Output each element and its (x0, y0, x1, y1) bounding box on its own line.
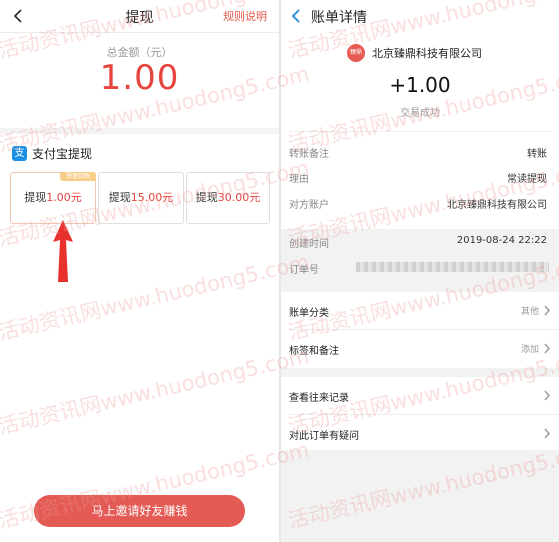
option-amount: 15.00元 (130, 191, 174, 204)
pointer-arrow-icon (53, 220, 73, 282)
chevron-right-icon (544, 390, 550, 401)
row-value-reason: 常读提现 (507, 174, 547, 185)
option-prefix: 提现 (108, 191, 131, 204)
invite-friends-button[interactable]: 马上邀请好友赚钱 (34, 495, 245, 527)
merchant-logo: 臻鼎 (347, 44, 365, 62)
bill-header: 账单详情 (281, 0, 559, 33)
row-key-reason: 理由 (289, 174, 309, 185)
option-prefix: 提现 (195, 191, 218, 204)
chevron-right-icon (544, 428, 550, 439)
row-key-remark: 转账备注 (289, 149, 329, 160)
order-number-redacted (356, 262, 549, 272)
merchant-name: 北京臻鼎科技有限公司 (372, 47, 482, 60)
row-label: 对此订单有疑问 (289, 431, 359, 442)
bill-menu-group: 账单分类 其他 标签和备注 添加 (281, 292, 559, 368)
row-value-remark: 转账 (527, 149, 547, 160)
withdraw-option-1[interactable]: 提现1.00元 快速到账 (10, 172, 96, 224)
row-value: 添加 (520, 345, 539, 355)
order-question-row[interactable]: 对此订单有疑问 (281, 415, 559, 452)
transaction-amount: +1.00 (389, 73, 451, 97)
bill-detail-screen: 账单详情 臻鼎 北京臻鼎科技有限公司 +1.00 交易成功 转账备注 转账 理由… (281, 0, 559, 542)
option-amount: 30.00元 (217, 191, 261, 204)
rules-link[interactable]: 规则说明 (223, 8, 267, 24)
page-title: 账单详情 (311, 10, 367, 26)
section-divider (0, 128, 279, 134)
withdraw-option-2[interactable]: 提现15.00元 (98, 172, 184, 224)
withdraw-header: 提现 规则说明 (0, 0, 279, 33)
withdraw-option-3[interactable]: 提现30.00元 (186, 172, 270, 224)
tags-notes-row[interactable]: 标签和备注 添加 (281, 330, 559, 367)
withdraw-screen: 提现 规则说明 总金额（元） 1.00 支 支付宝提现 提现1.00元 快速到账… (0, 0, 279, 542)
divider (289, 131, 551, 132)
row-label: 标签和备注 (289, 346, 339, 357)
row-key-order: 订单号 (289, 265, 319, 276)
option-amount: 1.00元 (46, 191, 82, 204)
row-value-created: 2019-08-24 22:22 (456, 235, 547, 246)
back-arrow-icon[interactable] (289, 8, 305, 24)
alipay-icon: 支 (12, 146, 27, 161)
row-value: 其他 (520, 307, 539, 317)
row-value-account: 北京臻鼎科技有限公司 (447, 200, 547, 211)
fast-arrival-badge: 快速到账 (60, 172, 96, 181)
row-key-account: 对方账户 (289, 200, 329, 211)
view-history-row[interactable]: 查看往来记录 (281, 377, 559, 415)
bill-category-row[interactable]: 账单分类 其他 (281, 292, 559, 330)
option-prefix: 提现 (24, 191, 47, 204)
total-amount-value: 1.00 (99, 58, 180, 98)
history-menu-group: 查看往来记录 对此订单有疑问 (281, 377, 559, 450)
chevron-right-icon (544, 343, 550, 354)
row-key-created: 创建时间 (289, 239, 329, 250)
chevron-right-icon (544, 305, 550, 316)
row-label: 账单分类 (289, 308, 329, 319)
alipay-withdraw-label: 支付宝提现 (32, 147, 93, 161)
row-label: 查看往来记录 (289, 393, 349, 404)
transaction-card: 臻鼎 北京臻鼎科技有限公司 +1.00 交易成功 转账备注 转账 理由 常读提现… (281, 33, 559, 229)
transaction-status: 交易成功 (400, 108, 440, 119)
